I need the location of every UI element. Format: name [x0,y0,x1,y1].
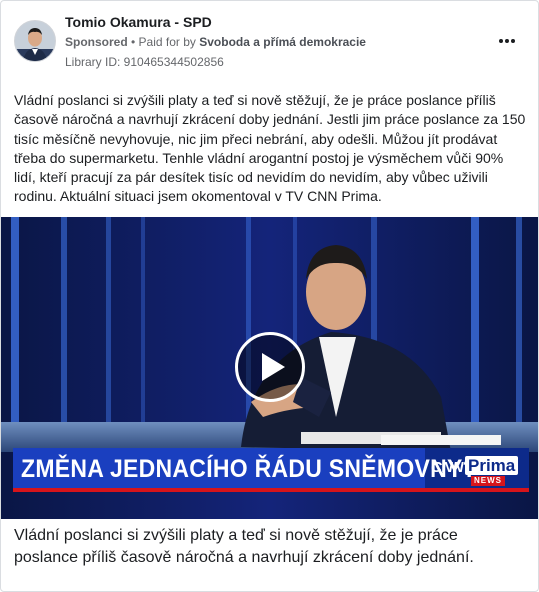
play-button[interactable] [235,332,305,402]
library-id: Library ID: 910465344502856 [65,55,224,69]
play-icon [262,353,285,381]
news-logo: NEWS [471,476,505,486]
post-header: Tomio Okamura - SPD Sponsored • Paid for… [1,1,538,77]
video-caption-text: Vládní poslanci si zvýšili platy a teď s… [14,527,474,566]
meta-separator: • [127,35,139,49]
page-name[interactable]: Tomio Okamura - SPD [65,14,212,30]
sponsored-meta: Sponsored • Paid for by Svoboda a přímá … [65,35,366,49]
prima-logo: Prima [465,456,519,475]
post-body-text: Vládní poslanci si zvýšili platy a teď s… [14,92,526,205]
ad-post-card: Tomio Okamura - SPD Sponsored • Paid for… [0,0,539,592]
payer-name[interactable]: Svoboda a přímá demokracie [199,35,366,49]
avatar-image [15,21,55,61]
cnn-logo: CNN [431,459,464,476]
page-avatar[interactable] [14,20,56,62]
more-horizontal-icon [499,39,515,43]
tv-caption-text: ZMĚNA JEDNACÍHO ŘÁDU SNĚMOVNY? [21,455,477,483]
sponsored-label: Sponsored [65,35,128,49]
paid-for-prefix: Paid for by [138,35,200,49]
more-options-button[interactable] [493,29,521,53]
